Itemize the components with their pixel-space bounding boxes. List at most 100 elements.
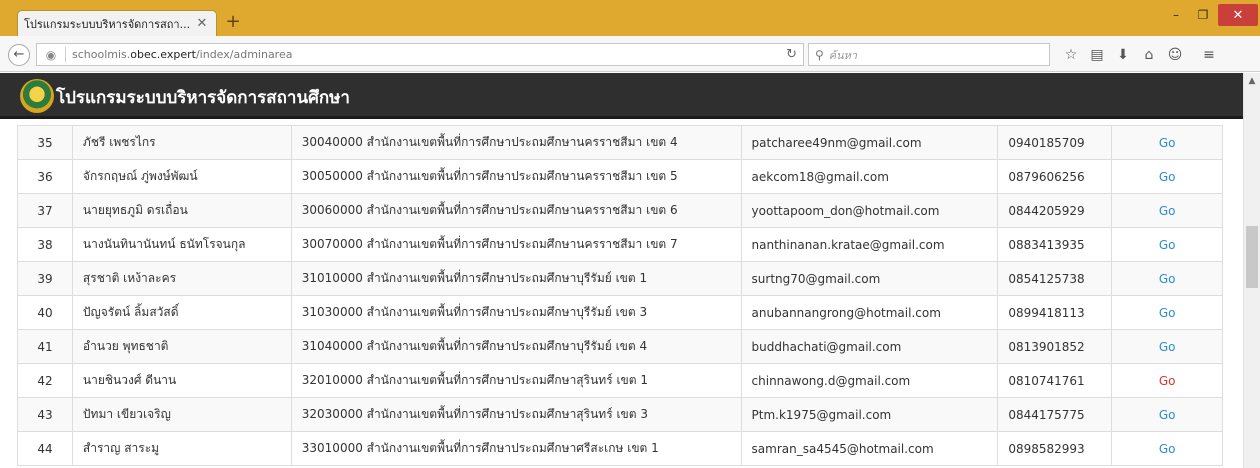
phone-number: 0844175775	[997, 397, 1113, 432]
admin-name: ปัญจรัตน์ ลิ้มสวัสดิ์	[71, 295, 292, 330]
action-cell: Go	[1111, 193, 1223, 228]
admin-name: ปัทมา เขียวเจริญ	[71, 397, 292, 432]
search-icon: ⚲	[815, 47, 824, 62]
go-link[interactable]: Go	[1159, 340, 1176, 354]
go-link[interactable]: Go	[1159, 306, 1176, 320]
download-icon[interactable]: ⬇	[1110, 45, 1136, 65]
action-cell: Go	[1111, 329, 1223, 364]
phone-number: 0813901852	[997, 329, 1113, 364]
home-icon[interactable]: ⌂	[1136, 45, 1162, 65]
phone-number: 0810741761	[997, 363, 1113, 398]
window-close-icon[interactable]: ✕	[1218, 4, 1258, 26]
search-placeholder: ค้นหา	[828, 48, 858, 62]
reload-icon[interactable]: ↻	[786, 47, 797, 62]
area-office: 31030000 สำนักงานเขตพื้นที่การศึกษาประถม…	[290, 295, 742, 330]
search-input[interactable]: ⚲ ค้นหา	[808, 43, 1050, 66]
scroll-up-icon[interactable]: ▲	[1244, 73, 1260, 89]
admin-name: สุรชาติ เหง้าละคร	[71, 261, 292, 296]
row-number: 42	[17, 363, 73, 398]
table-row: 40 ปัญจรัตน์ ลิ้มสวัสดิ์ 31030000 สำนักงาน…	[17, 295, 1223, 330]
window-titlebar: โปรแกรมระบบบริหารจัดการสถา... ✕ + – ❐ ✕	[0, 0, 1260, 36]
main-content: 35 ภัชรี เพชรไกร 30040000 สำนักงานเขตพื้นท…	[0, 122, 1243, 468]
menu-icon[interactable]: ≡	[1196, 45, 1222, 65]
action-cell: Go	[1111, 363, 1223, 398]
go-link[interactable]: Go	[1159, 408, 1176, 422]
action-cell: Go	[1111, 159, 1223, 194]
tab-close-icon[interactable]: ✕	[194, 16, 210, 31]
phone-number: 0879606256	[997, 159, 1113, 194]
site-header: โปรแกรมระบบบริหารจัดการสถานศึกษา	[0, 73, 1243, 119]
phone-number: 0883413935	[997, 227, 1113, 262]
email: patcharee49nm@gmail.com	[740, 125, 999, 160]
action-cell: Go	[1111, 227, 1223, 262]
table-row: 35 ภัชรี เพชรไกร 30040000 สำนักงานเขตพื้นท…	[17, 125, 1223, 160]
back-arrow-icon[interactable]: ←	[8, 44, 30, 66]
row-number: 44	[17, 431, 73, 466]
table-row: 44 สำราญ สาระมู 33010000 สำนักงานเขตพื้นที…	[17, 431, 1223, 466]
email: anubannangrong@hotmail.com	[740, 295, 999, 330]
go-link[interactable]: Go	[1159, 442, 1176, 456]
globe-icon: ◉	[45, 47, 57, 62]
phone-number: 0940185709	[997, 125, 1113, 160]
phone-number: 0899418113	[997, 295, 1113, 330]
go-link[interactable]: Go	[1159, 204, 1176, 218]
email: surtng70@gmail.com	[740, 261, 999, 296]
row-number: 36	[17, 159, 73, 194]
action-cell: Go	[1111, 295, 1223, 330]
row-number: 37	[17, 193, 73, 228]
row-number: 43	[17, 397, 73, 432]
admin-name: นายชินวงศ์ ดีนาน	[71, 363, 292, 398]
phone-number: 0844205929	[997, 193, 1113, 228]
table-row: 43 ปัทมา เขียวเจริญ 32030000 สำนักงานเขตพื…	[17, 397, 1223, 432]
email: nanthinanan.kratae@gmail.com	[740, 227, 999, 262]
tab-title: โปรแกรมระบบบริหารจัดการสถา...	[24, 17, 191, 31]
go-link[interactable]: Go	[1159, 374, 1176, 388]
action-cell: Go	[1111, 125, 1223, 160]
browser-navbar: ← ◉ schoolmis.obec.expert/index/adminare…	[0, 36, 1260, 72]
scrollbar-thumb[interactable]	[1246, 226, 1258, 288]
reading-list-icon[interactable]: ▤	[1084, 45, 1110, 65]
area-office: 32010000 สำนักงานเขตพื้นที่การศึกษาประถม…	[290, 363, 742, 398]
area-office: 31010000 สำนักงานเขตพื้นที่การศึกษาประถม…	[290, 261, 742, 296]
maximize-icon[interactable]: ❐	[1190, 4, 1216, 26]
row-number: 38	[17, 227, 73, 262]
area-office: 30070000 สำนักงานเขตพื้นที่การศึกษาประถม…	[290, 227, 742, 262]
row-number: 41	[17, 329, 73, 364]
page-scrollbar[interactable]: ▲	[1243, 73, 1260, 468]
admin-name: อำนวย พุทธชาติ	[71, 329, 292, 364]
admin-name: จักรกฤษณ์ ภู่พงษ์พัฒน์	[71, 159, 292, 194]
bookmark-star-icon[interactable]: ☆	[1058, 45, 1084, 65]
admin-name: นายยุทธภูมิ ดรเถื่อน	[71, 193, 292, 228]
obec-logo-icon	[20, 79, 54, 113]
address-bar[interactable]: ◉ schoolmis.obec.expert/index/adminarea …	[36, 43, 804, 66]
area-office: 30040000 สำนักงานเขตพื้นที่การศึกษาประถม…	[290, 125, 742, 160]
url-separator	[65, 47, 66, 62]
phone-number: 0898582993	[997, 431, 1113, 466]
chat-icon[interactable]: ☺	[1162, 45, 1188, 65]
table-row: 38 นางนันทินานันทน์ ธนัทโรจนกุล 30070000 ส…	[17, 227, 1223, 262]
site-title: โปรแกรมระบบบริหารจัดการสถานศึกษา	[56, 88, 350, 108]
area-office: 31040000 สำนักงานเขตพื้นที่การศึกษาประถม…	[290, 329, 742, 364]
toolbar-icons: ☆ ▤ ⬇ ⌂ ☺ ≡	[1058, 45, 1222, 65]
email: aekcom18@gmail.com	[740, 159, 999, 194]
go-link[interactable]: Go	[1159, 170, 1176, 184]
go-link[interactable]: Go	[1159, 238, 1176, 252]
browser-tab-active[interactable]: โปรแกรมระบบบริหารจัดการสถา... ✕	[17, 10, 217, 36]
phone-number: 0854125738	[997, 261, 1113, 296]
row-number: 39	[17, 261, 73, 296]
area-office: 30060000 สำนักงานเขตพื้นที่การศึกษาประถม…	[290, 193, 742, 228]
admin-name: ภัชรี เพชรไกร	[71, 125, 292, 160]
row-number: 35	[17, 125, 73, 160]
table-row: 36 จักรกฤษณ์ ภู่พงษ์พัฒน์ 30050000 สำนักงา…	[17, 159, 1223, 194]
go-link[interactable]: Go	[1159, 272, 1176, 286]
admin-name: นางนันทินานันทน์ ธนัทโรจนกุล	[71, 227, 292, 262]
go-link[interactable]: Go	[1159, 136, 1176, 150]
minimize-icon[interactable]: –	[1163, 4, 1189, 26]
new-tab-button[interactable]: +	[222, 12, 244, 34]
email: Ptm.k1975@gmail.com	[740, 397, 999, 432]
email: chinnawong.d@gmail.com	[740, 363, 999, 398]
table-row: 41 อำนวย พุทธชาติ 31040000 สำนักงานเขตพื้น…	[17, 329, 1223, 364]
action-cell: Go	[1111, 261, 1223, 296]
area-office: 33010000 สำนักงานเขตพื้นที่การศึกษาประถม…	[290, 431, 742, 466]
table-row: 37 นายยุทธภูมิ ดรเถื่อน 30060000 สำนักงานเ…	[17, 193, 1223, 228]
